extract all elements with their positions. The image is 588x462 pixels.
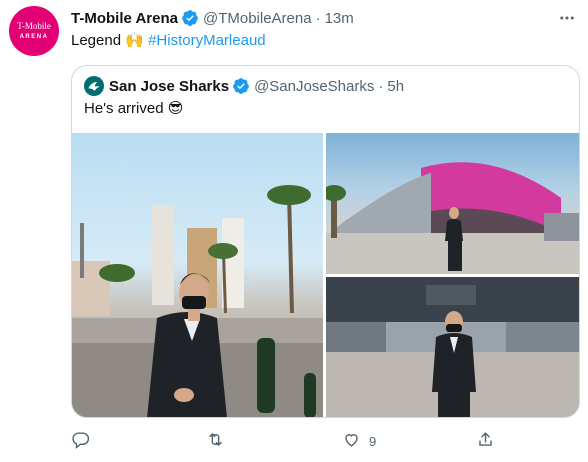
share-icon xyxy=(476,430,495,452)
author-handle[interactable]: @TMobileArena xyxy=(203,10,312,27)
retweet-icon xyxy=(206,430,225,452)
tweet: T-Mobile ARENA T-Mobile Arena @TMobileAr… xyxy=(0,0,588,462)
share-button[interactable] xyxy=(476,429,503,453)
quoted-timestamp[interactable]: 5h xyxy=(387,78,404,95)
media-grid xyxy=(72,133,579,417)
reply-icon xyxy=(71,430,90,452)
more-icon[interactable] xyxy=(556,8,578,28)
reply-button[interactable] xyxy=(71,429,98,453)
author-name[interactable]: T-Mobile Arena xyxy=(71,10,178,27)
sharks-logo-icon xyxy=(84,76,104,96)
tweet-header: T-Mobile Arena @TMobileArena · 13m xyxy=(71,8,354,28)
photo-arena-entrance[interactable] xyxy=(326,277,579,417)
timestamp[interactable]: 13m xyxy=(325,10,354,27)
quoted-tweet-header: San Jose Sharks @SanJoseSharks · 5h xyxy=(84,75,404,97)
photo-street[interactable] xyxy=(72,133,323,417)
avatar-logo-subtext: ARENA xyxy=(19,34,49,40)
like-count: 9 xyxy=(369,433,377,449)
action-bar: 9 xyxy=(71,429,580,453)
retweet-button[interactable] xyxy=(206,429,233,453)
hashtag-link[interactable]: #HistoryMarleaud xyxy=(148,32,266,49)
like-icon xyxy=(342,430,361,452)
avatar-logo-text: T-Mobile xyxy=(17,21,51,31)
verified-badge-icon xyxy=(181,9,199,27)
quoted-tweet-text: He's arrived 😎 xyxy=(84,100,184,117)
tweet-text-body: Legend 🙌 xyxy=(71,32,149,49)
separator: · xyxy=(315,9,321,27)
tweet-text: Legend 🙌 #HistoryMarleaud xyxy=(71,31,266,51)
quoted-tweet[interactable]: San Jose Sharks @SanJoseSharks · 5h He's… xyxy=(71,65,580,418)
quoted-author-handle[interactable]: @SanJoseSharks xyxy=(254,78,374,95)
separator: · xyxy=(378,77,384,95)
photo-arena-exterior[interactable] xyxy=(326,133,579,274)
quoted-author-name[interactable]: San Jose Sharks xyxy=(109,78,229,95)
verified-badge-icon xyxy=(232,77,250,95)
like-button[interactable]: 9 xyxy=(342,429,376,453)
avatar[interactable]: T-Mobile ARENA xyxy=(9,6,59,56)
